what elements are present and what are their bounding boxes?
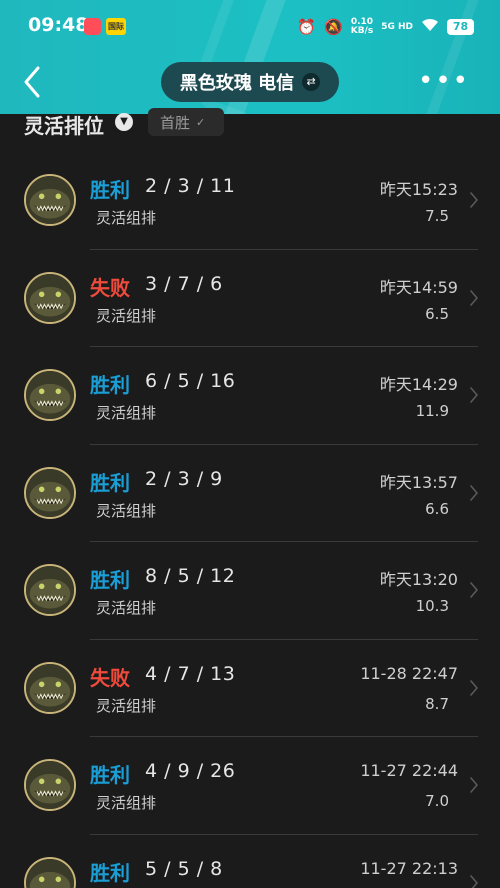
match-score: 7.0	[425, 792, 449, 810]
match-score: 10.3	[415, 597, 449, 615]
swap-icon: ⇄	[302, 73, 321, 91]
network-speed: 0.10 KB/s	[351, 18, 373, 36]
check-icon: ✓	[196, 115, 206, 129]
match-kda: 4 / 7 / 13	[145, 662, 236, 685]
match-score: 7.5	[425, 207, 449, 225]
chevron-left-icon[interactable]	[18, 64, 48, 100]
chevron-down-icon[interactable]: ▼	[115, 113, 133, 131]
match-row[interactable]: 胜利 6 / 5 / 16 灵活组排 昨天14:29 11.9	[0, 347, 500, 445]
match-result: 胜利	[90, 373, 130, 397]
chevron-right-icon	[469, 483, 479, 503]
match-date: 昨天14:29	[379, 375, 458, 394]
chevron-right-icon	[469, 580, 479, 600]
signal-label: 5G HD	[381, 21, 413, 32]
match-row[interactable]: 胜利 4 / 9 / 26 灵活组排 11-27 22:44 7.0	[0, 737, 500, 835]
network-speed-unit: KB/s	[350, 26, 374, 36]
champion-avatar	[24, 466, 76, 519]
match-date: 昨天14:59	[379, 277, 458, 297]
match-kda: 6 / 5 / 16	[145, 370, 236, 392]
nav-bar: 黑色玫瑰 电信 ⇄ •••	[0, 56, 500, 108]
queue-type-selector[interactable]: 灵活排位	[24, 110, 104, 139]
match-date: 昨天15:23	[379, 180, 458, 199]
champion-avatar	[24, 759, 76, 811]
champion-avatar	[24, 564, 76, 616]
match-result: 胜利	[90, 568, 130, 592]
champion-avatar	[24, 369, 76, 421]
match-mode: 灵活组排	[96, 209, 157, 227]
match-history-list: 胜利 2 / 3 / 11 灵活组排 昨天15:23 7.5 失败 3 / 7 …	[0, 152, 500, 888]
match-kda: 5 / 5 / 8	[145, 857, 223, 880]
chevron-right-icon	[469, 678, 479, 698]
first-win-filter-chip[interactable]: 首胜 ✓	[148, 108, 224, 136]
match-result: 胜利	[90, 763, 130, 787]
match-mode: 灵活组排	[96, 599, 157, 617]
status-time: 09:48	[28, 14, 89, 36]
match-score: 6.6	[425, 499, 449, 518]
account-switcher[interactable]: 黑色玫瑰 电信 ⇄	[161, 62, 339, 102]
chevron-right-icon	[469, 385, 479, 405]
match-mode: 灵活组排	[96, 501, 157, 520]
wifi-icon	[421, 18, 439, 36]
more-horizontal-icon[interactable]: •••	[418, 68, 470, 94]
match-kda: 8 / 5 / 12	[145, 565, 236, 587]
match-row[interactable]: 胜利 2 / 3 / 11 灵活组排 昨天15:23 7.5	[0, 152, 500, 250]
alarm-icon: ⏰	[297, 18, 317, 36]
chip-label: 首胜	[160, 113, 191, 132]
battery-indicator: 78	[447, 19, 474, 35]
match-kda: 4 / 9 / 26	[145, 760, 236, 782]
match-kda: 2 / 3 / 9	[145, 467, 223, 490]
match-result: 胜利	[90, 178, 130, 202]
match-mode: 灵活组排	[96, 794, 157, 812]
page-title: 黑色玫瑰 电信	[179, 73, 295, 94]
match-result: 失败	[90, 665, 130, 690]
champion-avatar	[24, 271, 76, 324]
match-row[interactable]: 失败 4 / 7 / 13 灵活组排 11-28 22:47 8.7	[0, 640, 500, 737]
app-header: 09:48 国际 ⏰ 🔕 0.10 KB/s 5G HD 78 黑色玫瑰 电信 …	[0, 0, 500, 114]
chevron-right-icon	[469, 190, 479, 210]
bell-off-icon: 🔕	[324, 18, 343, 36]
match-kda: 3 / 7 / 6	[145, 272, 223, 295]
match-mode: 灵活组排	[96, 306, 157, 325]
match-result: 胜利	[90, 860, 130, 885]
chevron-right-icon	[469, 775, 479, 795]
champion-avatar	[24, 174, 76, 226]
match-date: 昨天13:57	[379, 472, 458, 492]
match-row[interactable]: 胜利 5 / 5 / 8 灵活组排 11-27 22:13	[0, 835, 500, 888]
match-date: 昨天13:20	[379, 570, 458, 589]
status-bar: 09:48 国际 ⏰ 🔕 0.10 KB/s 5G HD 78	[0, 0, 500, 52]
match-row[interactable]: 胜利 2 / 3 / 9 灵活组排 昨天13:57 6.6	[0, 445, 500, 542]
match-kda: 2 / 3 / 11	[145, 175, 236, 197]
champion-avatar	[24, 856, 76, 888]
match-date: 11-27 22:44	[360, 761, 458, 780]
match-score: 8.7	[425, 694, 449, 713]
match-result: 失败	[90, 275, 130, 300]
match-score: 6.5	[425, 304, 449, 323]
match-score: 11.9	[415, 402, 449, 420]
match-date: 11-27 22:13	[360, 858, 458, 878]
match-date: 11-28 22:47	[360, 663, 458, 683]
red-app-icon	[84, 18, 101, 35]
match-row[interactable]: 胜利 8 / 5 / 12 灵活组排 昨天13:20 10.3	[0, 542, 500, 640]
match-mode: 灵活组排	[96, 404, 157, 422]
notification-app-icon: 国际	[106, 18, 126, 35]
match-result: 胜利	[90, 470, 130, 495]
status-icons: ⏰ 🔕 0.10 KB/s 5G HD 78	[297, 14, 474, 40]
chevron-right-icon	[469, 288, 479, 308]
match-row[interactable]: 失败 3 / 7 / 6 灵活组排 昨天14:59 6.5	[0, 250, 500, 347]
champion-avatar	[24, 661, 76, 714]
chevron-right-icon	[469, 873, 479, 888]
match-mode: 灵活组排	[96, 696, 157, 715]
